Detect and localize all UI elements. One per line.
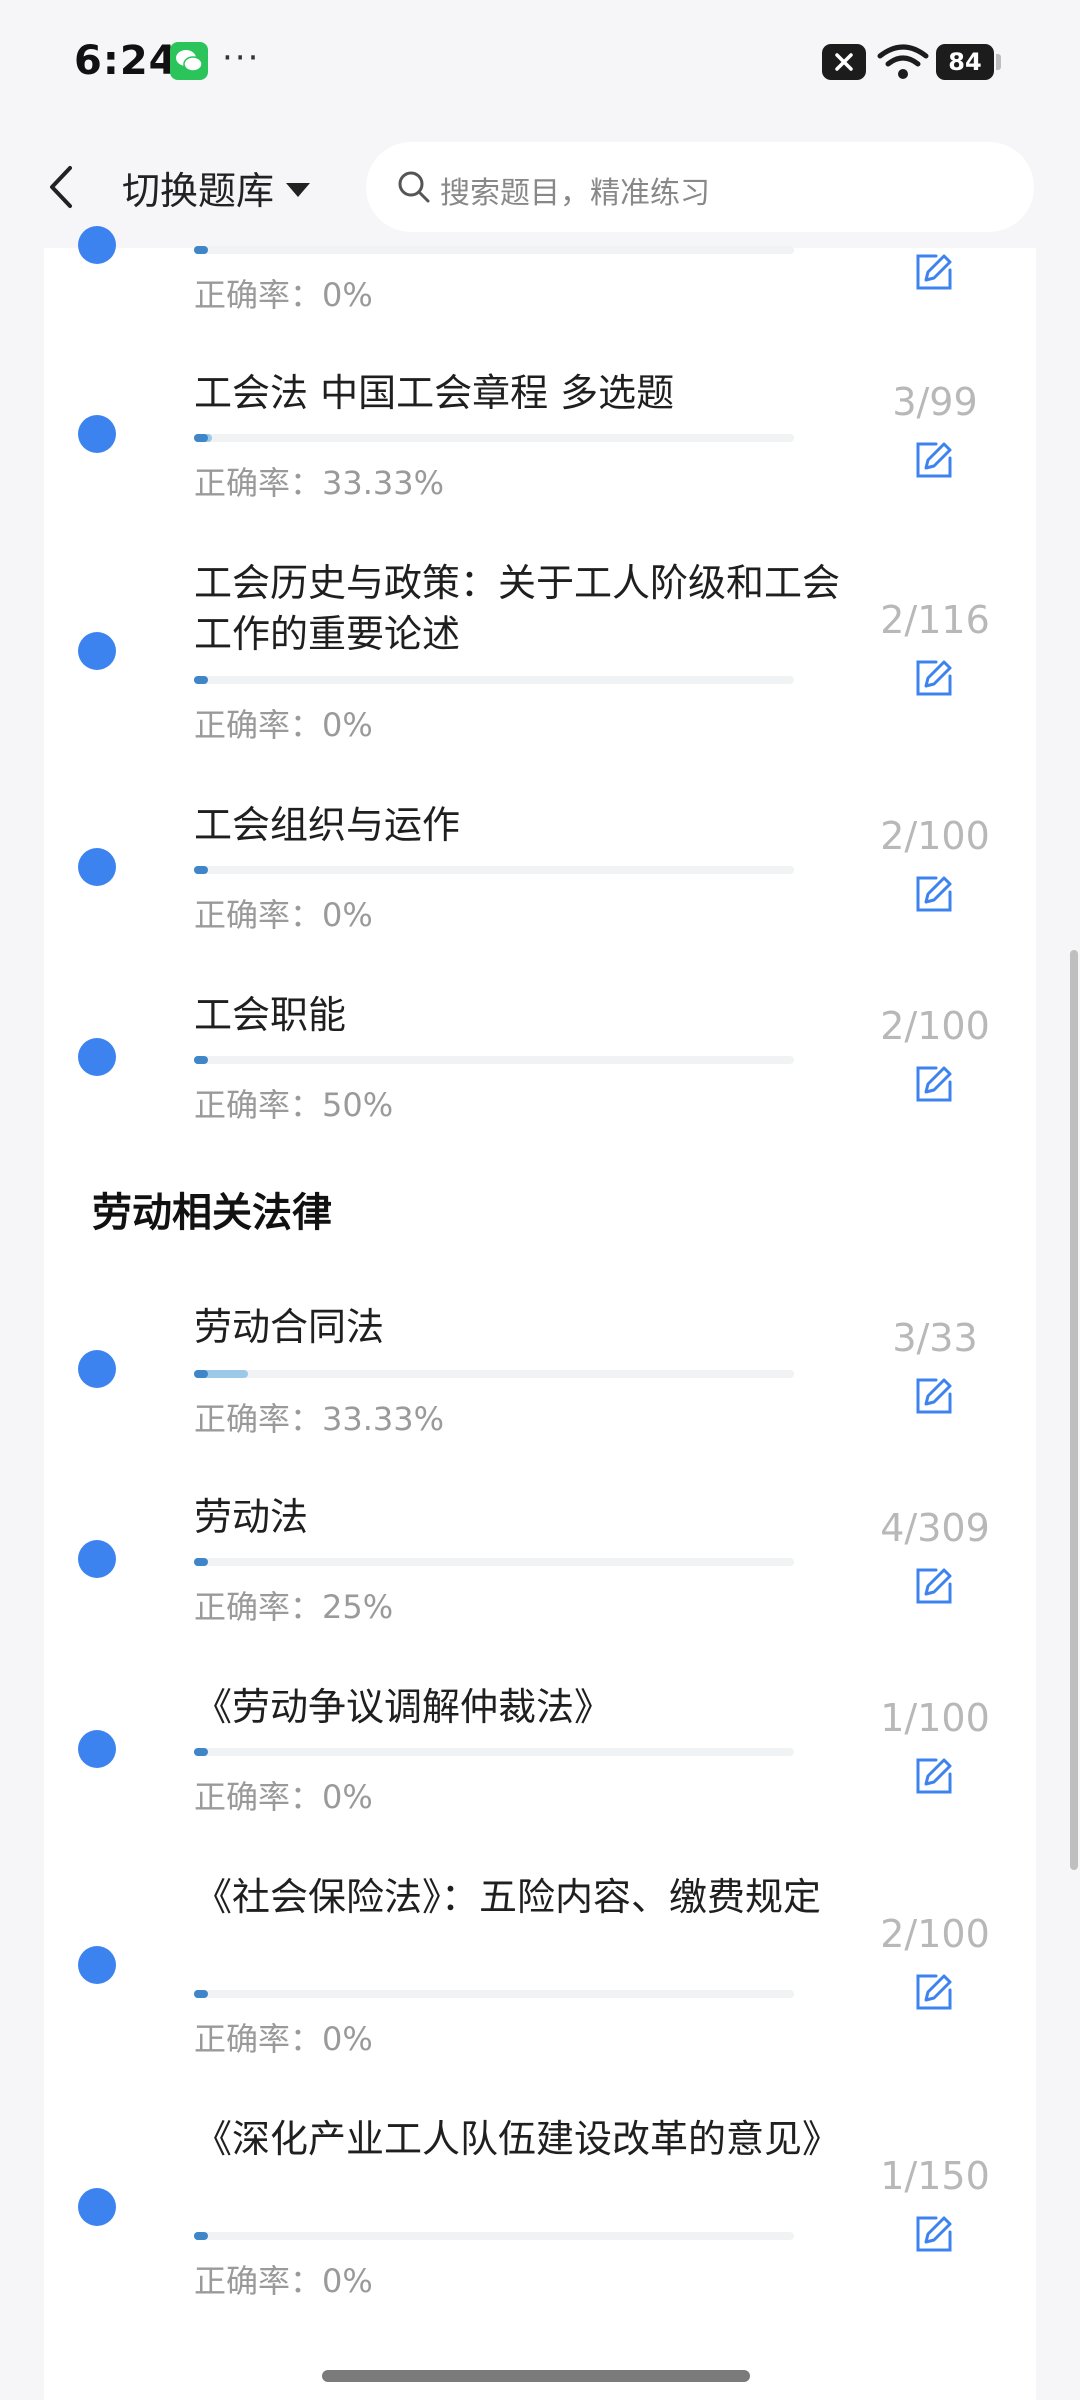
accuracy-rate: 正确率：0% [194, 706, 373, 744]
item-status-dot [78, 1730, 116, 1768]
nav-bar: 切换题库 搜索题目，精准练习 [0, 126, 1080, 248]
progress-track [194, 866, 794, 874]
search-icon [398, 171, 430, 203]
question-count: 2/116 [880, 598, 990, 642]
section-heading: 劳动相关法律 [88, 1180, 350, 1242]
edit-icon[interactable] [912, 656, 956, 704]
accuracy-rate: 正确率：33.33% [194, 1400, 445, 1438]
progress-fill [194, 1748, 209, 1756]
no-sim-icon [822, 44, 866, 80]
edit-icon[interactable] [912, 2212, 956, 2260]
status-bar: 6:24 ··· 84 [0, 0, 1080, 126]
progress-track [194, 676, 794, 684]
scrollbar[interactable] [1070, 950, 1078, 1870]
wechat-icon [170, 42, 208, 80]
wifi-icon [876, 42, 930, 86]
progress-fill [194, 676, 208, 684]
progress-track [194, 1558, 794, 1566]
item-title: 《社会保险法》：五险内容、缴费规定 [194, 1875, 822, 1919]
edit-icon[interactable] [912, 872, 956, 920]
question-count: 2/100 [880, 1004, 990, 1048]
item-status-dot [78, 1350, 116, 1388]
progress-fill [194, 1558, 209, 1566]
item-title: 《劳动争议调解仲裁法》 [194, 1685, 613, 1729]
item-status-dot [78, 1540, 116, 1578]
item-title: 工会职能 [194, 993, 347, 1037]
search-placeholder: 搜索题目，精准练习 [440, 176, 710, 211]
progress-fill [194, 434, 212, 442]
edit-icon[interactable] [912, 1374, 956, 1422]
battery-level: 84 [936, 44, 994, 80]
item-title: 劳动法 [194, 1495, 309, 1539]
accuracy-rate: 正确率：0% [194, 2262, 373, 2300]
progress-track [194, 246, 794, 254]
edit-icon[interactable] [912, 1754, 956, 1802]
search-input[interactable]: 搜索题目，精准练习 [366, 142, 1034, 232]
item-title: 工会历史与政策：关于工人阶级和工会工作的重要论述 [194, 561, 841, 656]
edit-icon[interactable] [912, 250, 956, 298]
question-count: 1/100 [880, 1696, 990, 1740]
progress-fill [194, 246, 208, 254]
question-count: 2/100 [880, 814, 990, 858]
progress-fill [194, 1990, 208, 1998]
progress-track [194, 2232, 794, 2240]
question-count: 1/150 [880, 2154, 990, 2198]
switch-question-bank-button[interactable]: 切换题库 [122, 160, 311, 215]
progress-track [194, 1748, 794, 1756]
battery-tip [996, 54, 1001, 70]
item-status-dot [78, 2188, 116, 2226]
caret-down-icon [286, 182, 311, 197]
item-status-dot [78, 226, 116, 264]
edit-icon[interactable] [912, 1062, 956, 1110]
question-count: 3/33 [892, 1316, 978, 1360]
progress-track [194, 1056, 794, 1064]
accuracy-rate: 正确率：0% [194, 276, 373, 314]
question-count: 2/100 [880, 1912, 990, 1956]
progress-track [194, 1990, 794, 1998]
item-status-dot [78, 415, 116, 453]
question-count: 3/99 [892, 380, 978, 424]
switch-label: 切换题库 [122, 169, 275, 213]
back-chevron-icon[interactable] [46, 164, 76, 214]
item-title: 工会组织与运作 [194, 803, 461, 847]
accuracy-rate: 正确率：0% [194, 1778, 373, 1816]
progress-fill [194, 2232, 209, 2240]
accuracy-rate: 正确率：25% [194, 1588, 394, 1626]
edit-icon[interactable] [912, 1970, 956, 2018]
progress-fill [194, 1056, 208, 1064]
progress-track [194, 1370, 794, 1378]
item-status-dot [78, 1038, 116, 1076]
item-status-dot [78, 848, 116, 886]
progress-fill [194, 866, 208, 874]
accuracy-rate: 正确率：50% [194, 1086, 394, 1124]
question-count: 4/309 [880, 1506, 990, 1550]
item-status-dot [78, 632, 116, 670]
accuracy-rate: 正确率：33.33% [194, 464, 445, 502]
home-indicator[interactable] [322, 2370, 750, 2382]
accuracy-rate: 正确率：0% [194, 896, 373, 934]
edit-icon[interactable] [912, 1564, 956, 1612]
section-title: 劳动相关法律 [92, 1190, 332, 1236]
item-title: 《深化产业工人队伍建设改革的意见》 [194, 2117, 841, 2161]
item-title: 工会法 中国工会章程 多选题 [194, 371, 675, 415]
more-notifications-icon: ··· [222, 38, 261, 78]
status-time: 6:24 [74, 38, 178, 84]
edit-icon[interactable] [912, 438, 956, 486]
accuracy-rate: 正确率：0% [194, 2020, 373, 2058]
item-title: 劳动合同法 [194, 1305, 385, 1349]
progress-track [194, 434, 794, 442]
progress-fill [194, 1370, 248, 1378]
item-status-dot [78, 1946, 116, 1984]
